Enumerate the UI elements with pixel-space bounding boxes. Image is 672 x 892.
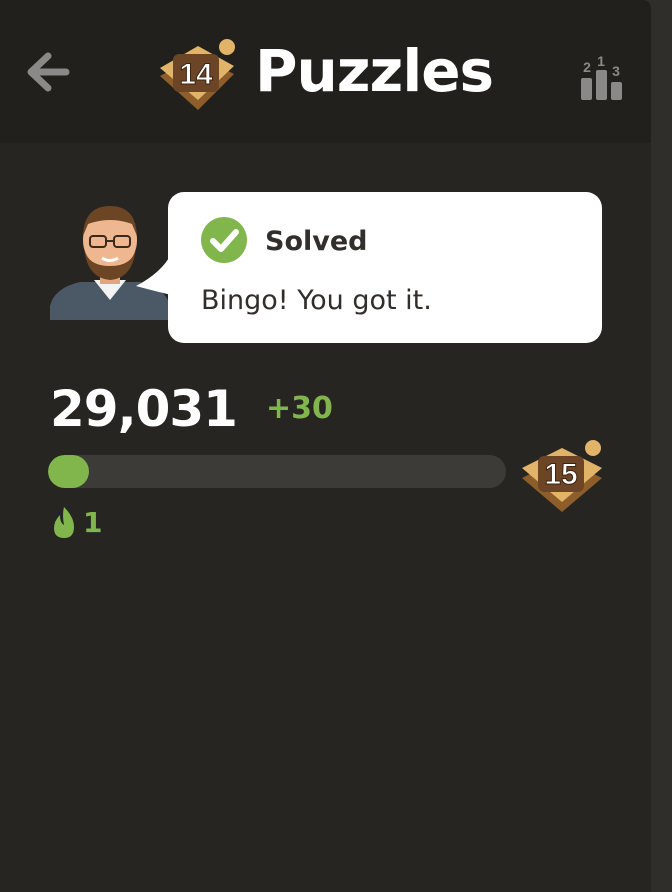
podium-digit-first: 1 — [597, 54, 605, 69]
feedback-bubble — [168, 192, 602, 343]
podium-digit-third: 3 — [612, 63, 620, 79]
panel-header: 14 Puzzles 2 1 3 — [0, 0, 651, 143]
arrow-left-icon — [27, 52, 70, 92]
check-circle-icon — [201, 217, 247, 263]
level-progress-bar — [48, 455, 506, 488]
puzzle-rating: 29,031 — [50, 380, 238, 438]
level-badge-text: 14 — [179, 58, 213, 91]
rating-delta: +30 — [266, 391, 333, 426]
leaderboard-button[interactable]: 2 1 3 — [576, 53, 628, 102]
page-title: Puzzles — [255, 37, 494, 105]
next-level-badge-icon: 15 — [522, 440, 602, 512]
podium-icon: 2 1 3 — [581, 53, 622, 100]
level-progress-fill — [48, 455, 90, 488]
flame-icon — [54, 507, 74, 538]
status-label: Solved — [265, 226, 368, 257]
back-button[interactable] — [24, 50, 72, 94]
podium-digit-second: 2 — [583, 59, 591, 75]
next-level-badge-text: 15 — [544, 458, 577, 491]
streak-count: 1 — [83, 506, 103, 539]
puzzle-level-badge-icon: 14 — [160, 39, 235, 110]
feedback-message: Bingo! You got it. — [201, 285, 432, 316]
